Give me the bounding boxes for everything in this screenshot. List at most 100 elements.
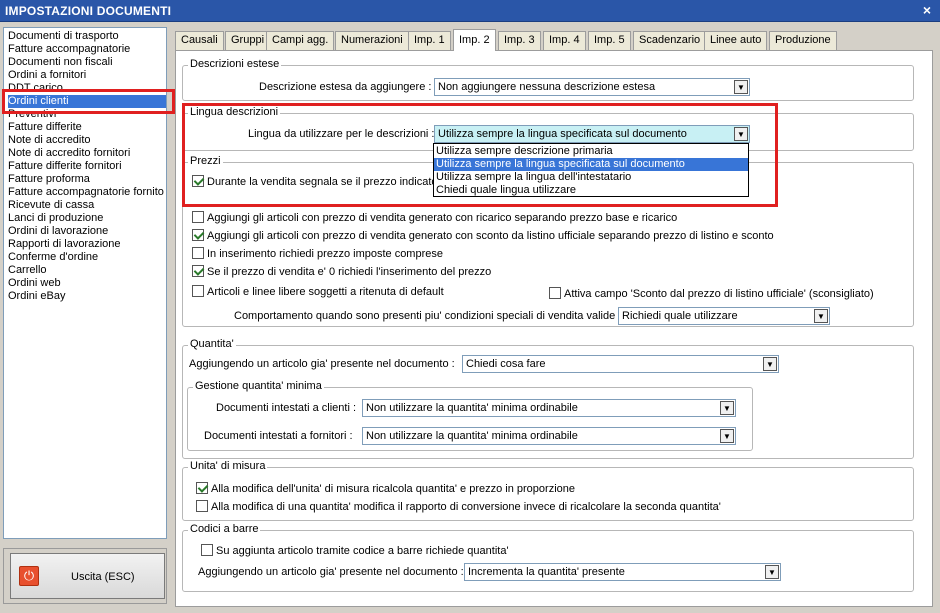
dropdown-option-highlighted[interactable]: Utilizza sempre la lingua specificata su… <box>434 158 748 171</box>
list-item[interactable]: Ordini a fornitori <box>8 69 86 82</box>
tab-panel-imp-2: Descrizioni estese Descrizione estesa da… <box>175 50 933 607</box>
group-title: Prezzi <box>188 155 223 167</box>
list-item[interactable]: Documenti di trasporto <box>8 30 119 43</box>
codici-select[interactable]: Incrementa la quantita' presente ▼ <box>464 563 781 581</box>
fornitori-select[interactable]: Non utilizzare la quantita' minima ordin… <box>362 427 736 445</box>
checkbox-label: Attiva campo 'Sconto dal prezzo di listi… <box>564 288 874 300</box>
checkbox-checked[interactable] <box>192 229 204 241</box>
lingua-label: Lingua da utilizzare per le descrizioni … <box>248 128 435 140</box>
document-type-list[interactable]: Documenti di trasporto Fatture accompagn… <box>3 27 167 539</box>
list-item[interactable]: Ordini eBay <box>8 290 65 303</box>
list-item[interactable]: Fatture accompagnatorie fornito <box>8 186 164 199</box>
checkbox-unchecked[interactable] <box>192 285 204 297</box>
group-descrizioni-estese: Descrizioni estese Descrizione estesa da… <box>182 58 914 101</box>
list-item[interactable]: Ordini di lavorazione <box>8 225 108 238</box>
tab-imp-5[interactable]: Imp. 5 <box>588 31 631 50</box>
select-value: Chiedi cosa fare <box>466 358 546 370</box>
comportamento-label: Comportamento quando sono presenti piu' … <box>234 310 622 322</box>
checkbox-ricarico[interactable]: Aggiungi gli articoli con prezzo di vend… <box>192 211 677 224</box>
chevron-down-icon[interactable]: ▼ <box>734 80 748 94</box>
tab-campi-agg[interactable]: Campi agg. <box>266 31 335 50</box>
checkbox-ricalcola[interactable]: Alla modifica dell'unita' di misura rica… <box>196 482 575 495</box>
quantita-select[interactable]: Chiedi cosa fare ▼ <box>462 355 779 373</box>
select-value: Utilizza sempre la lingua specificata su… <box>438 128 687 140</box>
list-item[interactable]: Fatture differite fornitori <box>8 160 122 173</box>
group-unita-misura: Unita' di misura Alla modifica dell'unit… <box>182 460 914 521</box>
checkbox-sconto-listino[interactable]: Aggiungi gli articoli con prezzo di vend… <box>192 229 774 242</box>
checkbox-label: Articoli e linee libere soggetti a riten… <box>207 286 444 298</box>
checkbox-vendita-segnala[interactable]: Durante la vendita segnala se il prezzo … <box>192 175 438 188</box>
checkbox-checked[interactable] <box>192 175 204 187</box>
list-item[interactable]: Preventivi <box>8 108 56 121</box>
checkbox-label: In inserimento richiedi prezzo imposte c… <box>207 248 443 260</box>
tab-scadenzario[interactable]: Scadenzario <box>633 31 707 50</box>
exit-button-label: Uscita (ESC) <box>71 571 135 583</box>
checkbox-unchecked[interactable] <box>549 287 561 299</box>
select-value: Non utilizzare la quantita' minima ordin… <box>366 430 578 442</box>
list-item[interactable]: Lanci di produzione <box>8 212 103 225</box>
checkbox-label: Se il prezzo di vendita e' 0 richiedi l'… <box>207 266 492 278</box>
checkbox-unchecked[interactable] <box>192 211 204 223</box>
select-value: Richiedi quale utilizzare <box>622 310 738 322</box>
checkbox-label: Alla modifica dell'unita' di misura rica… <box>211 483 575 495</box>
checkbox-unchecked[interactable] <box>196 500 208 512</box>
lingua-dropdown-list[interactable]: Utilizza sempre descrizione primaria Uti… <box>433 143 749 197</box>
chevron-down-icon[interactable]: ▼ <box>720 401 734 415</box>
tab-imp-2[interactable]: Imp. 2 <box>453 29 496 51</box>
fornitori-label: Documenti intestati a fornitori : <box>204 430 353 442</box>
dropdown-option[interactable]: Utilizza sempre la lingua dell'intestata… <box>434 171 748 184</box>
descrizione-estesa-label: Descrizione estesa da aggiungere : <box>259 81 432 93</box>
checkbox-imposte-comprese[interactable]: In inserimento richiedi prezzo imposte c… <box>192 247 443 260</box>
checkbox-prezzo-zero[interactable]: Se il prezzo di vendita e' 0 richiedi l'… <box>192 265 491 278</box>
checkbox-label: Aggiungi gli articoli con prezzo di vend… <box>207 230 774 242</box>
list-item[interactable]: Fatture accompagnatorie <box>8 43 130 56</box>
checkbox-attiva-sconto[interactable]: Attiva campo 'Sconto dal prezzo di listi… <box>549 287 874 300</box>
checkbox-barcode-quantita[interactable]: Su aggiunta articolo tramite codice a ba… <box>201 544 509 557</box>
tab-gruppi[interactable]: Gruppi <box>225 31 271 50</box>
list-item[interactable]: Rapporti di lavorazione <box>8 238 121 251</box>
list-item[interactable]: DDT carico <box>8 82 63 95</box>
dropdown-option[interactable]: Utilizza sempre descrizione primaria <box>434 145 748 158</box>
tab-imp-4[interactable]: Imp. 4 <box>543 31 586 50</box>
list-item[interactable]: Note di accredito <box>8 134 91 147</box>
tab-linee-auto[interactable]: Linee auto <box>704 31 768 50</box>
checkbox-checked[interactable] <box>192 265 204 277</box>
descrizione-estesa-select[interactable]: Non aggiungere nessuna descrizione estes… <box>434 78 750 96</box>
checkbox-rapporto-conversione[interactable]: Alla modifica di una quantita' modifica … <box>196 500 721 513</box>
list-item[interactable]: Fatture proforma <box>8 173 90 186</box>
tab-numerazioni[interactable]: Numerazioni <box>335 31 409 50</box>
chevron-down-icon[interactable]: ▼ <box>814 309 828 323</box>
list-item[interactable]: Note di accredito fornitori <box>8 147 130 160</box>
comportamento-select[interactable]: Richiedi quale utilizzare ▼ <box>618 307 830 325</box>
tab-causali[interactable]: Causali <box>175 31 224 50</box>
chevron-down-icon[interactable]: ▼ <box>734 127 748 141</box>
close-icon[interactable]: × <box>923 2 931 18</box>
checkbox-ritenuta[interactable]: Articoli e linee libere soggetti a riten… <box>192 285 444 298</box>
list-item[interactable]: Carrello <box>8 264 47 277</box>
chevron-down-icon[interactable]: ▼ <box>765 565 779 579</box>
checkbox-checked[interactable] <box>196 482 208 494</box>
exit-button[interactable]: ⏻ Uscita (ESC) <box>10 553 165 599</box>
list-item[interactable]: Documenti non fiscali <box>8 56 113 69</box>
chevron-down-icon[interactable]: ▼ <box>763 357 777 371</box>
tab-produzione[interactable]: Produzione <box>769 31 837 50</box>
checkbox-unchecked[interactable] <box>201 544 213 556</box>
lingua-select[interactable]: Utilizza sempre la lingua specificata su… <box>434 125 750 143</box>
select-value: Incrementa la quantita' presente <box>468 566 625 578</box>
clienti-select[interactable]: Non utilizzare la quantita' minima ordin… <box>362 399 736 417</box>
tab-imp-1[interactable]: Imp. 1 <box>408 31 451 50</box>
list-item[interactable]: Ordini web <box>8 277 61 290</box>
list-item[interactable]: Fatture differite <box>8 121 82 134</box>
checkbox-unchecked[interactable] <box>192 247 204 259</box>
dropdown-option[interactable]: Chiedi quale lingua utilizzare <box>434 184 748 197</box>
group-title: Gestione quantita' minima <box>193 380 324 392</box>
checkbox-label: Durante la vendita segnala se il prezzo … <box>207 176 438 188</box>
chevron-down-icon[interactable]: ▼ <box>720 429 734 443</box>
tab-imp-3[interactable]: Imp. 3 <box>498 31 541 50</box>
list-item[interactable]: Ricevute di cassa <box>8 199 94 212</box>
list-item-selected[interactable]: Ordini clienti <box>8 95 166 108</box>
list-item[interactable]: Conferme d'ordine <box>8 251 98 264</box>
window-title: IMPOSTAZIONI DOCUMENTI <box>5 4 172 18</box>
select-value: Non utilizzare la quantita' minima ordin… <box>366 402 578 414</box>
group-quantita-minima: Gestione quantita' minima Documenti inte… <box>187 380 753 451</box>
